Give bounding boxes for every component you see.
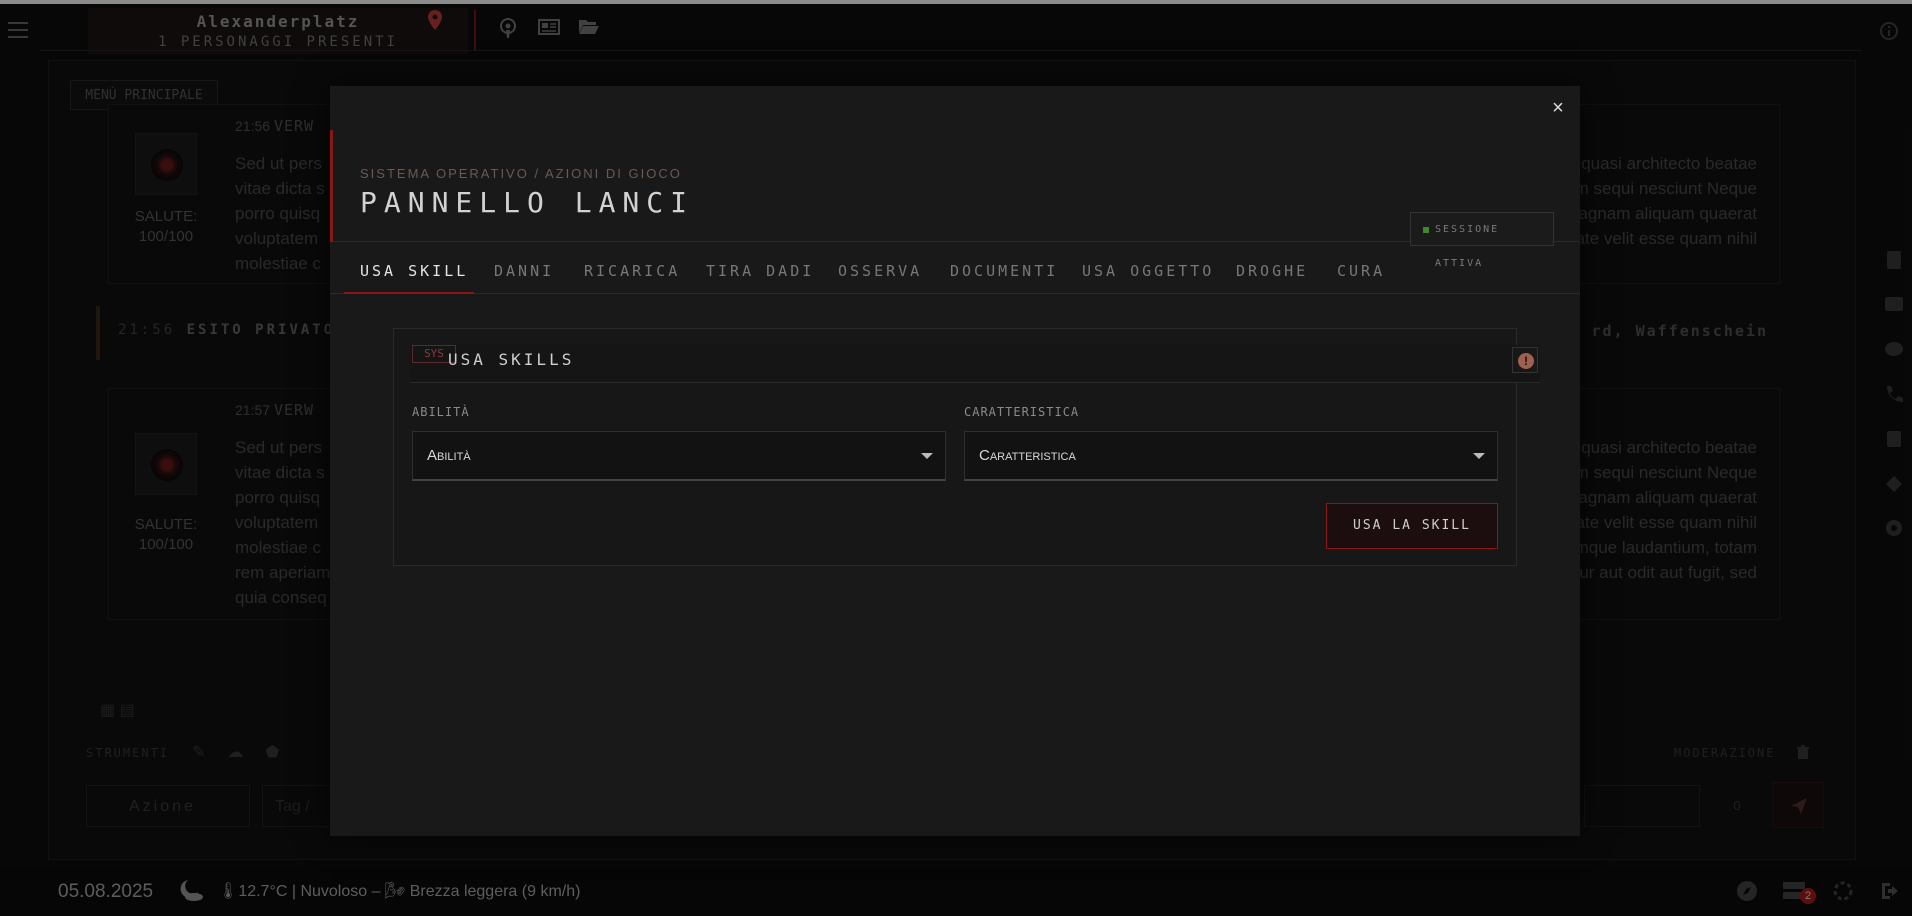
tab-usa-skill[interactable]: USA SKILL xyxy=(360,262,468,280)
roll-panel-modal: × SISTEMA OPERATIVO / AZIONI DI GIOCO PA… xyxy=(330,86,1580,836)
abilita-label: ABILITÀ xyxy=(412,405,470,419)
use-skill-panel: SYS USA SKILLS ! ABILITÀ Abilità CARATTE… xyxy=(393,328,1540,566)
caratteristica-select[interactable]: Caratteristica xyxy=(964,431,1498,481)
abilita-select[interactable]: Abilità xyxy=(412,431,946,481)
caratteristica-label: CARATTERISTICA xyxy=(964,405,1080,419)
tab-usa-oggetto[interactable]: USA OGGETTO xyxy=(1082,262,1214,280)
app-root: Alexanderplatz 1 PERSONAGGI PRESENTI MEN… xyxy=(0,0,1912,916)
panel-header: SYS USA SKILLS ! xyxy=(410,345,1540,383)
modal-subtitle: SISTEMA OPERATIVO / AZIONI DI GIOCO xyxy=(360,166,682,181)
active-tab-indicator xyxy=(344,292,474,294)
tab-cura[interactable]: CURA xyxy=(1337,262,1385,280)
tab-osserva[interactable]: OSSERVA xyxy=(838,262,922,280)
tab-danni[interactable]: DANNI xyxy=(494,262,554,280)
header-accent xyxy=(330,130,333,242)
chevron-down-icon xyxy=(921,453,933,459)
tab-bar: USA SKILL DANNI RICARICA TIRA DADI OSSER… xyxy=(330,246,1580,294)
alert-icon[interactable]: ! xyxy=(1512,347,1538,373)
tab-tira-dadi[interactable]: TIRA DADI xyxy=(706,262,814,280)
chevron-down-icon xyxy=(1473,453,1485,459)
tab-ricarica[interactable]: RICARICA xyxy=(584,262,680,280)
status-dot xyxy=(1423,227,1429,233)
modal-header: SISTEMA OPERATIVO / AZIONI DI GIOCO PANN… xyxy=(330,130,1580,269)
panel-heading: USA SKILLS xyxy=(448,350,575,369)
close-icon[interactable]: × xyxy=(1548,98,1568,118)
tab-droghe[interactable]: DROGHE xyxy=(1236,262,1308,280)
modal-title: PANNELLO LANCI xyxy=(360,186,695,219)
use-skill-button[interactable]: USA LA SKILL xyxy=(1326,503,1498,549)
session-status-badge: SESSIONE ATTIVA xyxy=(1410,212,1554,269)
tab-documenti[interactable]: DOCUMENTI xyxy=(950,262,1058,280)
